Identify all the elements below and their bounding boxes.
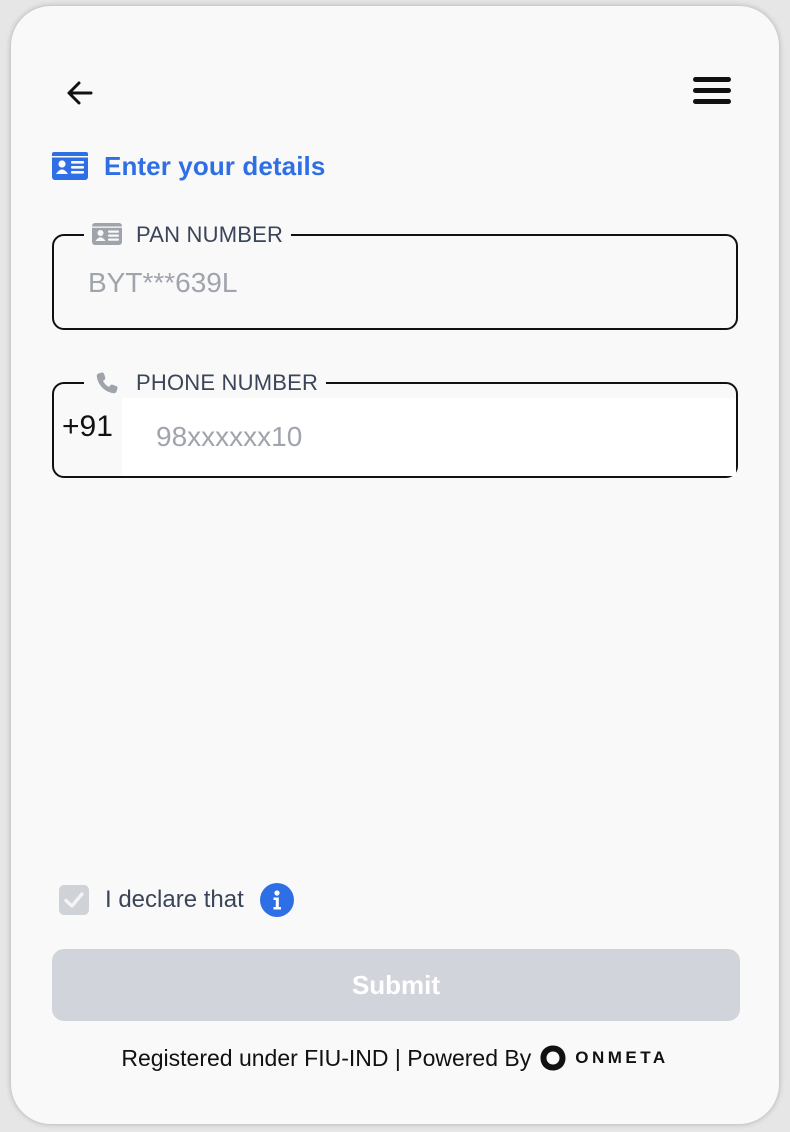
footer: Registered under FIU-IND | Powered By ON…: [11, 1040, 779, 1076]
back-button[interactable]: [63, 76, 97, 110]
onmeta-logo-icon: [540, 1045, 566, 1071]
check-icon: [64, 892, 84, 908]
declaration-row: I declare that: [59, 882, 294, 918]
phone-field: PHONE NUMBER +91: [52, 367, 738, 478]
phone-field-label: PHONE NUMBER: [136, 370, 319, 395]
info-icon[interactable]: [259, 883, 294, 917]
id-card-icon: [52, 152, 88, 180]
section-heading: Enter your details: [52, 146, 325, 186]
pan-field-label: PAN NUMBER: [136, 222, 284, 247]
details-card: Enter your details PAN NUMBER PHONE NUMB…: [11, 6, 779, 1124]
pan-field: PAN NUMBER: [52, 219, 738, 330]
phone-number-input[interactable]: [154, 412, 718, 462]
brand-name: ONMETA: [575, 1048, 669, 1067]
menu-button[interactable]: [691, 74, 733, 108]
pan-field-legend: PAN NUMBER: [84, 219, 292, 251]
country-code: +91: [62, 410, 113, 443]
phone-input-container: [122, 398, 736, 476]
footer-text: Registered under FIU-IND | Powered By: [121, 1044, 532, 1071]
declare-checkbox[interactable]: [59, 885, 89, 915]
submit-button[interactable]: Submit: [52, 949, 740, 1021]
phone-icon: [96, 372, 118, 394]
arrow-left-icon: [67, 81, 93, 105]
phone-field-legend: PHONE NUMBER: [84, 367, 327, 399]
pan-number-input[interactable]: [86, 258, 710, 308]
id-card-icon: [92, 223, 122, 245]
page-title: Enter your details: [104, 150, 326, 181]
hamburger-menu-icon: [693, 77, 731, 104]
declaration-text: I declare that: [105, 886, 244, 913]
